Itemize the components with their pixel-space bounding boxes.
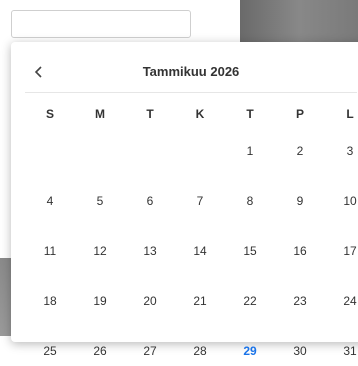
day-cell[interactable]: 22 bbox=[225, 287, 275, 316]
day-cell[interactable]: 23 bbox=[275, 287, 325, 316]
day-cell[interactable]: 24 bbox=[325, 287, 358, 316]
day-cell[interactable]: 11 bbox=[25, 237, 75, 266]
day-cell[interactable]: 5 bbox=[75, 187, 125, 216]
day-cell-empty bbox=[125, 137, 175, 166]
day-cell[interactable]: 9 bbox=[275, 187, 325, 216]
weekday-row: S M T K T P L bbox=[25, 104, 358, 124]
day-cell[interactable]: 7 bbox=[175, 187, 225, 216]
day-cell[interactable]: 21 bbox=[175, 287, 225, 316]
day-cell[interactable]: 14 bbox=[175, 237, 225, 266]
month-title: Tammikuu 2026 bbox=[142, 64, 240, 79]
day-cell[interactable]: 27 bbox=[125, 337, 175, 366]
day-cell[interactable]: 3 bbox=[325, 137, 358, 166]
day-grid: 1 2 3 4 5 6 7 8 9 10 11 12 13 14 15 16 17 18 19 20 21 22 23 24 2… bbox=[25, 137, 358, 366]
weekday-label: S bbox=[45, 107, 54, 121]
day-cell[interactable]: 31 bbox=[325, 337, 358, 366]
day-cell[interactable]: 16 bbox=[275, 237, 325, 266]
weekday-label: P bbox=[295, 107, 304, 121]
day-cell[interactable]: 30 bbox=[275, 337, 325, 366]
weekday-label: T bbox=[246, 107, 254, 121]
day-cell[interactable]: 28 bbox=[175, 337, 225, 366]
day-cell[interactable]: 20 bbox=[125, 287, 175, 316]
day-cell-empty bbox=[175, 137, 225, 166]
day-cell[interactable]: 10 bbox=[325, 187, 358, 216]
day-cell[interactable]: 4 bbox=[25, 187, 75, 216]
date-input[interactable] bbox=[11, 10, 191, 38]
day-cell[interactable]: 17 bbox=[325, 237, 358, 266]
day-cell[interactable]: 6 bbox=[125, 187, 175, 216]
day-cell-empty bbox=[25, 137, 75, 166]
day-cell[interactable]: 25 bbox=[25, 337, 75, 366]
day-cell[interactable]: 1 bbox=[225, 137, 275, 166]
day-cell[interactable]: 15 bbox=[225, 237, 275, 266]
day-cell-empty bbox=[75, 137, 125, 166]
day-cell[interactable]: 2 bbox=[275, 137, 325, 166]
day-cell[interactable]: 19 bbox=[75, 287, 125, 316]
day-cell[interactable]: 8 bbox=[225, 187, 275, 216]
weekday-label: M bbox=[95, 107, 105, 121]
day-cell[interactable]: 13 bbox=[125, 237, 175, 266]
calendar-header: Tammikuu 2026 bbox=[25, 60, 357, 93]
calendar-popup: Tammikuu 2026 S M T K T P L 1 2 3 4 5 6 7 8 9 10 1… bbox=[11, 42, 358, 358]
weekday-label: L bbox=[346, 107, 354, 121]
day-cell[interactable]: 12 bbox=[75, 237, 125, 266]
weekday-label: K bbox=[195, 107, 205, 121]
day-cell[interactable]: 18 bbox=[25, 287, 75, 316]
day-cell-today[interactable]: 29 bbox=[225, 337, 275, 366]
weekday-label: T bbox=[146, 107, 154, 121]
day-cell[interactable]: 26 bbox=[75, 337, 125, 366]
